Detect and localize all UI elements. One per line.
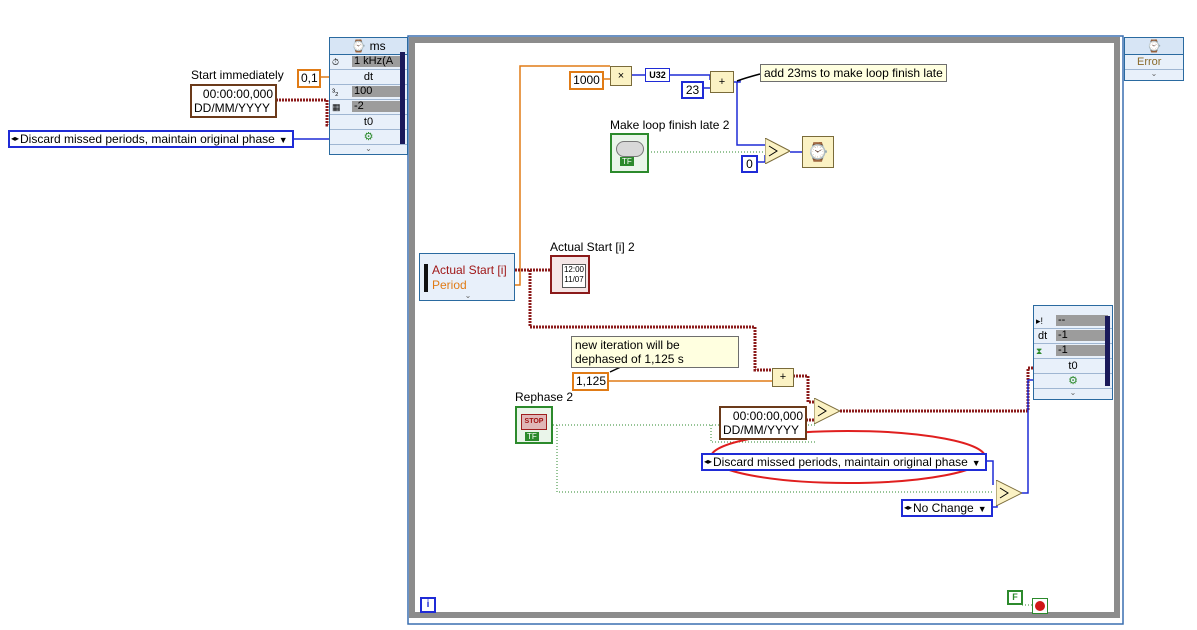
select-icon [995, 479, 1024, 507]
left-data-node[interactable]: Actual Start [i] Period ⌄ [419, 253, 515, 301]
iteration-terminal[interactable]: i [420, 597, 436, 613]
node-scrollbar[interactable] [400, 52, 405, 144]
dropdown-arrow-icon[interactable]: ▼ [972, 458, 981, 468]
add-node-dephase[interactable]: + [772, 368, 794, 387]
timed-loop-input-node[interactable]: ⌚ ms ⏱ 1 kHz(A dt ³₂ 100 ▦ -2 t0 ⚙ ⌄ [329, 37, 408, 155]
node-bar [424, 264, 428, 292]
node-row-t0[interactable]: t0 [1034, 359, 1112, 374]
multiply-node[interactable]: × [610, 66, 632, 86]
stop-condition-terminal[interactable] [1032, 598, 1048, 614]
clock-icon: ⌚ [1125, 38, 1183, 55]
enum-tick-icon: ◂▸ [904, 503, 913, 512]
toggle-switch-icon [616, 141, 644, 157]
actual-start-indicator-label: Actual Start [i] 2 [550, 240, 635, 254]
wait-ms-icon[interactable]: ⌚ [802, 136, 834, 168]
u32-convert-node[interactable]: U32 [645, 68, 670, 82]
start-time-constant[interactable]: 00:00:00,000 DD/MM/YYYY [190, 84, 277, 118]
period-output[interactable]: Period [432, 278, 467, 292]
error-icon: ▸! [1036, 316, 1044, 326]
const-0[interactable]: 0 [741, 155, 758, 173]
expand-chevron-icon[interactable]: ⌄ [330, 145, 407, 153]
node-row-processor[interactable]: ▦ -2 [330, 100, 407, 115]
node-row-dt[interactable]: dt [330, 70, 407, 85]
add-node-23ms[interactable]: + [710, 71, 734, 93]
mode-icon: ⚙ [363, 131, 374, 143]
rephase-label: Rephase 2 [515, 390, 574, 404]
enum-tick-icon: ◂▸ [11, 134, 20, 143]
node-row-dt[interactable]: dt -1 [1034, 329, 1112, 344]
expand-chevron-icon[interactable]: ⌄ [460, 292, 476, 300]
mode-enum-constant[interactable]: ◂▸ Discard missed periods, maintain origi… [8, 130, 294, 148]
dropdown-arrow-icon[interactable]: ▼ [978, 504, 987, 514]
expand-chevron-icon[interactable]: ⌄ [1125, 70, 1183, 78]
stop-icon [1035, 601, 1045, 611]
const-1000[interactable]: 1000 [569, 71, 604, 90]
rephase-button[interactable]: STOP TF [515, 406, 553, 444]
right-timing-node[interactable]: ▸! -- dt -1 ⧗ -1 t0 ⚙ ⌄ [1033, 305, 1113, 400]
start-time-label: Start immediately [191, 68, 284, 82]
timed-loop-header: ⌚ ms [330, 38, 407, 55]
node-row-t0[interactable]: t0 [330, 115, 407, 130]
make-late-toggle[interactable]: TF [610, 133, 649, 173]
timestamp-icon: 12:00 11/07 [562, 264, 586, 288]
node-row-offset[interactable]: ⧗ -1 [1034, 344, 1112, 359]
expand-chevron-icon[interactable]: ⌄ [1034, 389, 1112, 397]
false-constant[interactable]: F [1007, 590, 1023, 605]
source-icon: ⏱ [332, 57, 340, 67]
make-late-label: Make loop finish late 2 [610, 118, 730, 132]
node-row-mode[interactable]: ⚙ [1034, 374, 1112, 389]
const-1125[interactable]: 1,125 [572, 372, 609, 391]
actual-start-indicator[interactable]: 12:00 11/07 [550, 255, 590, 294]
error-output[interactable]: Error [1125, 55, 1183, 70]
priority-icon: ³₂ [332, 87, 339, 97]
inner-mode-enum-constant[interactable]: ◂▸ Discard missed periods, maintain origi… [701, 453, 987, 471]
mode-icon: ⚙ [1068, 375, 1078, 387]
wiring-diagram [273, 35, 1124, 625]
note-add-23ms: add 23ms to make loop finish late [760, 64, 947, 82]
node-row-priority[interactable]: ³₂ 100 [330, 85, 407, 100]
no-change-enum-constant[interactable]: ◂▸ No Change ▼ [901, 499, 993, 517]
const-23[interactable]: 23 [681, 81, 704, 99]
actual-start-output[interactable]: Actual Start [i] [432, 263, 507, 277]
dt-constant[interactable]: 0,1 [297, 69, 321, 88]
select-icon [813, 397, 842, 425]
node-row-mode[interactable]: ⚙ [330, 130, 407, 145]
clock-icon: ⌚ [351, 39, 367, 53]
select-icon [764, 137, 792, 165]
select-node-delay[interactable] [764, 137, 792, 165]
inner-time-constant[interactable]: 00:00:00,000 DD/MM/YYYY [719, 406, 807, 440]
processor-icon: ▦ [332, 102, 341, 112]
node-scrollbar[interactable] [1105, 316, 1110, 386]
select-node-mode[interactable] [995, 479, 1024, 507]
hourglass-icon: ⧗ [1036, 346, 1043, 356]
node-row-timing-source[interactable]: ⏱ 1 kHz(A [330, 55, 407, 70]
right-error-node[interactable]: ⌚ Error ⌄ [1124, 37, 1184, 81]
note-dephase: new iteration will be dephased of 1,125 … [571, 336, 739, 368]
stop-button-icon: STOP [521, 414, 547, 430]
enum-tick-icon: ◂▸ [704, 457, 713, 466]
dropdown-arrow-icon[interactable]: ▼ [279, 135, 288, 145]
select-node-start[interactable] [813, 397, 842, 425]
node-row-error[interactable]: ▸! -- [1034, 314, 1112, 329]
